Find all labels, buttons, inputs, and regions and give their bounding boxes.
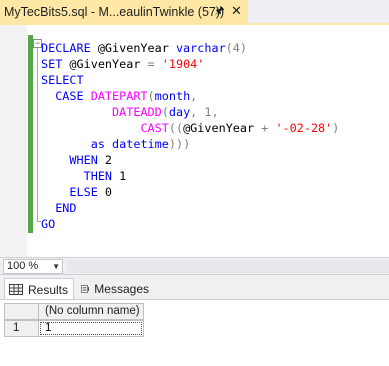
code-token: DATEADD xyxy=(112,105,162,119)
code-token: month xyxy=(154,89,191,103)
code-line[interactable]: SELECT xyxy=(41,72,339,88)
code-line[interactable]: GO xyxy=(41,216,339,232)
cell-focus-rect xyxy=(40,322,142,335)
zoom-value: 100 % xyxy=(7,260,39,272)
code-token: WHEN xyxy=(41,153,105,167)
grid-icon xyxy=(9,284,23,295)
code-token: DECLARE xyxy=(41,41,91,55)
code-token: day xyxy=(168,105,191,119)
code-token: '-02-28' xyxy=(275,121,333,135)
code-token: 0 xyxy=(104,185,113,199)
document-tab[interactable]: MyTecBits5.sql - M...eaulinTwinkle (57)) xyxy=(0,0,248,23)
code-text[interactable]: DECLARE @GivenYear varchar(4) SET @GivenY… xyxy=(41,40,339,232)
code-token: DATEPART xyxy=(90,89,148,103)
chevron-down-icon: ▼ xyxy=(52,262,60,271)
code-token: , 1, xyxy=(190,105,219,119)
editor-margin xyxy=(0,25,27,257)
code-token: 1 xyxy=(119,169,127,183)
code-line[interactable]: ELSE 0 xyxy=(41,184,339,200)
code-token: , xyxy=(190,89,198,103)
tab-results-label: Results xyxy=(28,282,69,297)
code-line[interactable]: THEN 1 xyxy=(41,168,339,184)
code-line[interactable]: CAST((@GivenYear + '-02-28') xyxy=(41,120,339,136)
code-token: (4) xyxy=(225,41,247,55)
code-line[interactable]: WHEN 2 xyxy=(41,152,339,168)
code-token: THEN xyxy=(41,169,120,183)
tab-results[interactable]: Results xyxy=(4,278,74,300)
code-token: SET xyxy=(41,57,63,71)
change-tracking-bar xyxy=(28,35,33,233)
code-line[interactable]: CASE DATEPART(month, xyxy=(41,88,339,104)
code-token: CASE xyxy=(41,89,91,103)
code-token: CAST xyxy=(140,121,169,135)
code-token: GO xyxy=(41,217,56,231)
row-header[interactable]: 1 xyxy=(4,320,38,337)
code-line[interactable]: SET @GivenYear = '1904' xyxy=(41,56,339,72)
code-token: @GivenYear xyxy=(183,121,262,135)
pin-icon[interactable]: 🖈 xyxy=(213,5,226,18)
horizontal-scrollbar[interactable] xyxy=(67,260,389,273)
code-token: ( xyxy=(147,89,155,103)
code-token: datetime xyxy=(112,137,169,151)
code-line[interactable]: as datetime))) xyxy=(41,136,339,152)
close-icon[interactable]: ✕ xyxy=(230,4,243,17)
zoom-dropdown[interactable]: 100 % ▼ xyxy=(3,259,63,274)
code-token: = xyxy=(147,57,155,71)
code-line[interactable]: END xyxy=(41,200,339,216)
column-header[interactable]: (No column name) xyxy=(38,303,144,320)
query-editor[interactable]: − DECLARE @GivenYear varchar(4) SET @Give… xyxy=(0,25,389,257)
code-token: @GivenYear xyxy=(62,57,148,71)
code-token: (( xyxy=(168,121,184,135)
document-tab-bar: MyTecBits5.sql - M...eaulinTwinkle (57))… xyxy=(0,0,389,24)
grid-corner[interactable] xyxy=(4,303,38,320)
document-tab-title: MyTecBits5.sql - M...eaulinTwinkle (57)) xyxy=(4,4,225,19)
tab-messages-label: Messages xyxy=(94,282,149,296)
code-token: '1904' xyxy=(161,57,205,71)
code-token: 2 xyxy=(104,153,113,167)
messages-icon xyxy=(81,285,89,293)
editor-status-strip: 100 % ▼ xyxy=(0,257,389,275)
code-token: ))) xyxy=(168,137,191,151)
code-line[interactable]: DATEADD(day, 1, xyxy=(41,104,339,120)
code-token: ELSE xyxy=(41,185,105,199)
code-line[interactable]: DECLARE @GivenYear varchar(4) xyxy=(41,40,339,56)
results-tab-strip: Results Messages xyxy=(0,275,389,300)
results-grid[interactable]: (No column name) 1 1 xyxy=(0,299,389,366)
code-token: ( xyxy=(161,105,169,119)
code-token: SELECT xyxy=(41,73,84,87)
outline-line xyxy=(37,45,38,221)
code-token: @GivenYear xyxy=(90,41,176,55)
tab-messages[interactable]: Messages xyxy=(77,278,153,300)
code-token: varchar xyxy=(175,41,226,55)
code-token: as xyxy=(90,137,113,151)
code-token: END xyxy=(41,201,77,215)
code-token: ) xyxy=(332,121,340,135)
